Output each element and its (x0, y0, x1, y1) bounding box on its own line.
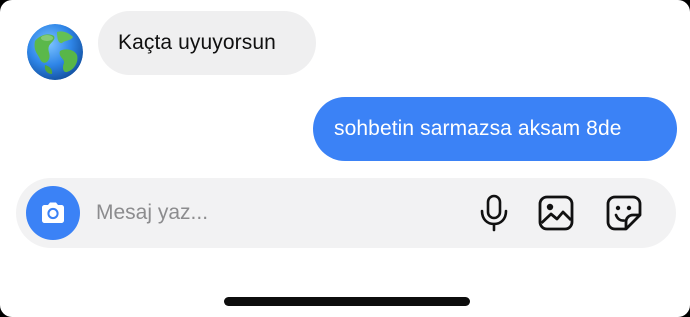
image-gallery-icon (538, 195, 574, 231)
microphone-icon (480, 194, 508, 232)
home-indicator[interactable] (224, 297, 470, 306)
chat-screen: Kaçta uyuyorsun sohbetin sarmazsa aksam … (0, 0, 690, 317)
message-input-placeholder: Mesaj yaz... (96, 201, 209, 224)
incoming-message-bubble[interactable]: Kaçta uyuyorsun (98, 11, 316, 75)
message-input[interactable]: Mesaj yaz... (96, 178, 456, 248)
microphone-button[interactable] (474, 193, 514, 233)
message-composer: Mesaj yaz... (16, 178, 676, 248)
sticker-icon (606, 195, 642, 231)
sticker-button[interactable] (604, 193, 644, 233)
gallery-button[interactable] (536, 193, 576, 233)
camera-icon (42, 202, 64, 223)
camera-button[interactable] (26, 186, 80, 240)
outgoing-message-text: sohbetin sarmazsa aksam 8de (334, 117, 622, 140)
outgoing-message-bubble[interactable]: sohbetin sarmazsa aksam 8de (313, 97, 677, 161)
globe-avatar-icon[interactable] (27, 24, 83, 80)
incoming-message-text: Kaçta uyuyorsun (118, 31, 276, 54)
